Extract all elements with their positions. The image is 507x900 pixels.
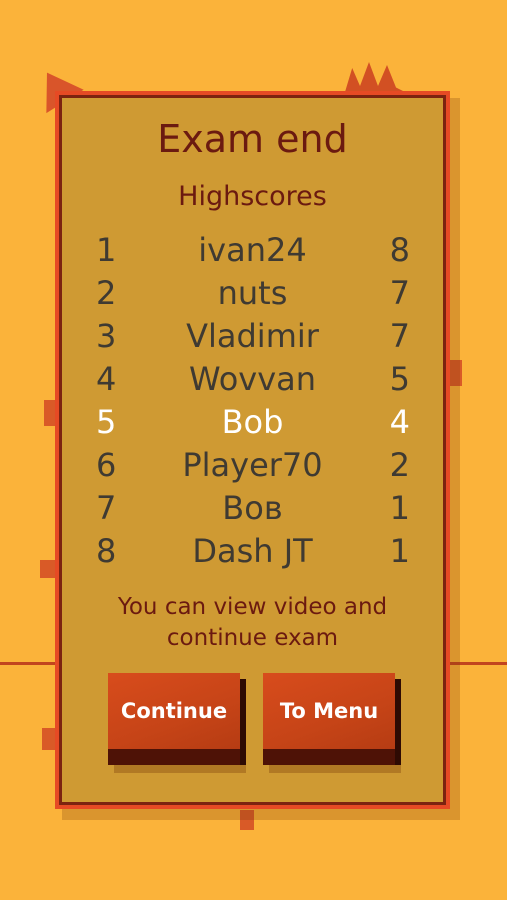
player-score: 7: [389, 317, 410, 355]
player-score: 4: [389, 403, 410, 441]
player-name: Bob: [221, 403, 284, 441]
player-name: Dash JT: [192, 532, 313, 570]
player-name: nuts: [217, 274, 288, 312]
to-menu-button[interactable]: To Menu: [263, 673, 395, 749]
player-score: 8: [389, 231, 410, 269]
highscore-row: 1 ivan24 8: [59, 231, 446, 274]
continue-exam-note: You can view video and continue exam: [59, 592, 446, 654]
highscore-row: 4 Wovvan 5: [59, 360, 446, 403]
player-score: 5: [389, 360, 410, 398]
button-depth: [395, 679, 401, 765]
player-name: Wovvan: [188, 360, 317, 398]
note-line: You can view video and: [117, 594, 388, 620]
player-name: Vladimir: [186, 317, 319, 355]
to-menu-button-wrapper: To Menu: [263, 673, 401, 773]
highscores-heading: Highscores: [178, 181, 327, 212]
dialog-title: Exam end: [157, 117, 348, 161]
player-score: 7: [389, 274, 410, 312]
highscore-row: 8 Dash JT 1: [59, 532, 446, 575]
exam-end-dialog: Exam end Highscores 1 ivan24 8 2 nuts 7 …: [55, 91, 450, 809]
highscore-row: 2 nuts 7: [59, 274, 446, 317]
player-name: Bов: [222, 489, 283, 527]
player-name: Player70: [182, 446, 323, 484]
highscores-list: 1 ivan24 8 2 nuts 7 3 Vladimir 7 4 Wovva…: [59, 231, 446, 575]
highscore-row: 6 Player70 2: [59, 446, 446, 489]
highscore-row-current-player: 5 Bob 4: [59, 403, 446, 446]
player-score: 1: [389, 489, 410, 527]
player-score: 1: [389, 532, 410, 570]
highscore-row: 7 Bов 1: [59, 489, 446, 532]
background-spiky-shape: [345, 62, 405, 92]
highscore-row: 3 Vladimir 7: [59, 317, 446, 360]
continue-button[interactable]: Continue: [108, 673, 240, 749]
note-line: continue exam: [166, 625, 339, 651]
player-name: ivan24: [198, 231, 307, 269]
continue-button-wrapper: Continue: [108, 673, 246, 773]
player-score: 2: [389, 446, 410, 484]
button-depth: [240, 679, 246, 765]
